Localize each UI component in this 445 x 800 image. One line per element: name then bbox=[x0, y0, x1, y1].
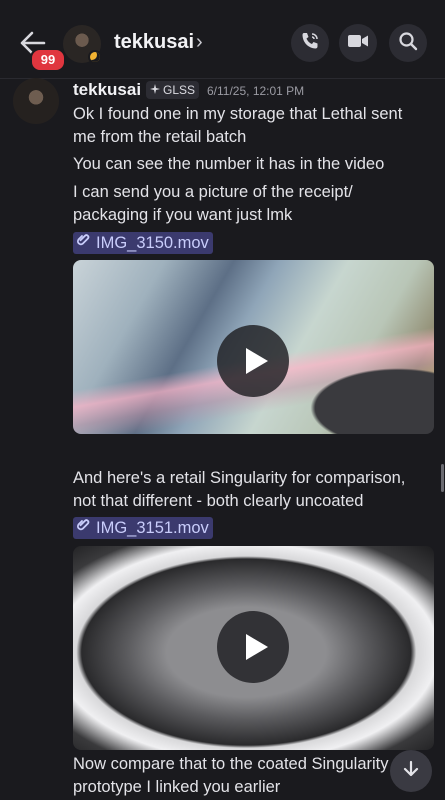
message-line: I can send you a picture of the receipt/ bbox=[73, 183, 353, 201]
attachment-filename: IMG_3151.mov bbox=[96, 519, 209, 537]
author-name[interactable]: tekkusai bbox=[73, 80, 141, 100]
arrow-down-icon bbox=[401, 759, 421, 784]
attachment-link[interactable]: IMG_3150.mov bbox=[73, 232, 213, 254]
search-button[interactable] bbox=[389, 24, 427, 62]
play-icon[interactable] bbox=[217, 325, 289, 397]
attachment-link[interactable]: IMG_3151.mov bbox=[73, 517, 213, 539]
message-line: Now compare that to the coated Singulari… bbox=[73, 755, 389, 773]
chevron-right-icon[interactable]: › bbox=[196, 31, 203, 54]
author-avatar[interactable] bbox=[13, 78, 59, 124]
call-icon bbox=[300, 31, 320, 56]
guild-tag[interactable]: GLSS bbox=[146, 81, 200, 99]
channel-name[interactable]: tekkusai bbox=[114, 31, 194, 54]
paperclip-icon bbox=[75, 231, 93, 255]
call-button[interactable] bbox=[291, 24, 329, 62]
video-call-icon bbox=[347, 33, 369, 54]
play-icon[interactable] bbox=[217, 611, 289, 683]
message-line: me from the retail batch bbox=[73, 128, 247, 146]
timestamp: 6/11/25, 12:01 PM bbox=[207, 84, 305, 98]
video-call-button[interactable] bbox=[339, 24, 377, 62]
sparkle-icon bbox=[150, 81, 160, 99]
message-line: packaging if you want just lmk bbox=[73, 206, 293, 224]
idle-status-icon bbox=[88, 50, 102, 64]
chat-header: 99 tekkusai › bbox=[0, 0, 445, 79]
unread-badge: 99 bbox=[30, 48, 66, 72]
scrollbar[interactable] bbox=[441, 464, 444, 492]
video-attachment[interactable] bbox=[73, 546, 434, 750]
video-attachment[interactable] bbox=[73, 260, 434, 434]
message-line: not that different - both clearly uncoat… bbox=[73, 492, 364, 510]
message-line: prototype I linked you earlier bbox=[73, 778, 281, 796]
attachment-filename: IMG_3150.mov bbox=[96, 234, 209, 252]
message-line: And here's a retail Singularity for comp… bbox=[73, 469, 406, 487]
search-icon bbox=[398, 31, 418, 56]
message-line: Ok I found one in my storage that Lethal… bbox=[73, 105, 403, 123]
paperclip-icon bbox=[75, 516, 93, 540]
message-line: You can see the number it has in the vid… bbox=[73, 155, 385, 173]
guild-tag-label: GLSS bbox=[163, 83, 196, 97]
jump-to-bottom-button[interactable] bbox=[390, 750, 432, 792]
